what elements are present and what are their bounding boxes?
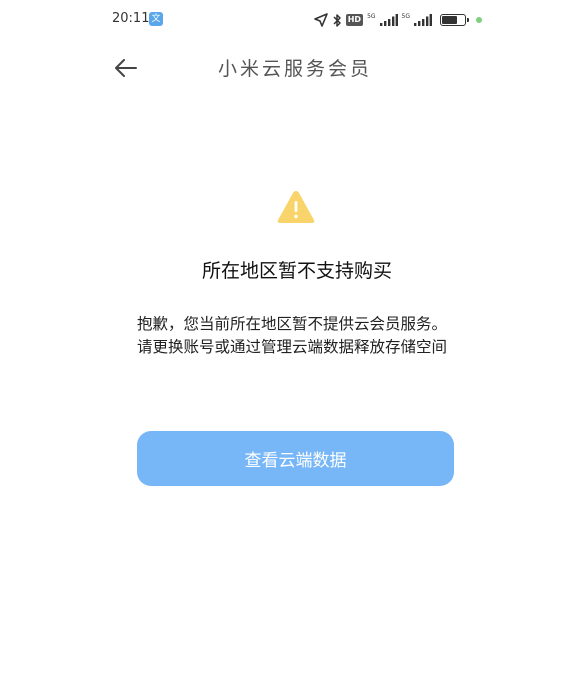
signal-icon-2: [414, 14, 432, 26]
signal-icon: [379, 14, 398, 26]
unsupported-region-message: 抱歉，您当前所在地区暂不提供云会员服务。请更换账号或通过管理云端数据释放存储空间: [137, 315, 448, 356]
bluetooth-icon: [333, 13, 341, 27]
warning-triangle-icon: [277, 191, 315, 223]
battery-icon: [440, 14, 469, 26]
location-icon: [313, 13, 328, 27]
status-icons: HD 5G 5G: [313, 11, 482, 29]
screen: 20:11 文 HD 5G 5G 小米云服务会员 所在地区暂不支持购买 抱歉，您…: [0, 0, 574, 685]
status-bar: 20:11 文 HD 5G 5G: [0, 0, 574, 40]
status-time: 20:11: [112, 11, 150, 26]
network-type-label-2: 5G: [401, 12, 410, 20]
network-type-label: 5G: [367, 12, 376, 20]
unsupported-region-heading: 所在地区暂不支持购买: [201, 260, 392, 282]
battery-level: [442, 16, 458, 24]
view-cloud-data-button[interactable]: 查看云端数据: [137, 431, 454, 486]
hd-voice-badge: HD: [345, 14, 364, 26]
page-title: 小米云服务会员: [217, 58, 372, 80]
app-notification-icon: 文: [149, 12, 163, 26]
charging-indicator: [476, 17, 482, 23]
